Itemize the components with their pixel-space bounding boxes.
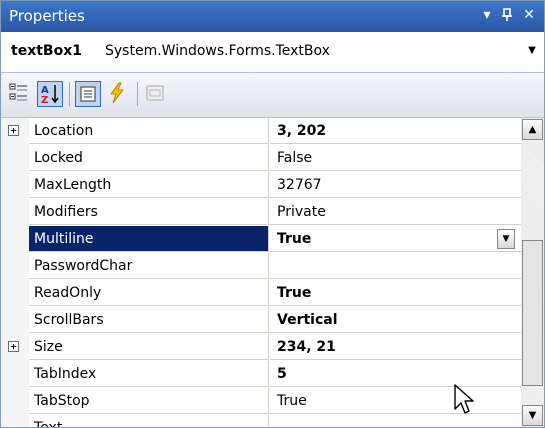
window-title: Properties [9, 7, 85, 25]
property-value[interactable]: 3, 202 [270, 118, 521, 144]
toolbar-separator [137, 82, 138, 106]
property-name: MaxLength [29, 172, 269, 198]
property-row-text[interactable]: Text [1, 415, 521, 427]
property-name: TabStop [29, 388, 269, 414]
property-value[interactable]: 234, 21 [270, 334, 521, 360]
row-margin [1, 199, 29, 226]
property-row-modifiers[interactable]: Modifiers Private [1, 199, 521, 226]
window-menu-dropdown-icon[interactable]: ▾ [479, 6, 495, 24]
properties-icon[interactable] [75, 81, 101, 107]
categorized-icon[interactable] [7, 81, 33, 107]
object-type: System.Windows.Forms.TextBox [105, 43, 330, 59]
toolbar-separator [69, 82, 70, 106]
mouse-cursor-icon [454, 384, 474, 414]
row-margin [1, 388, 29, 415]
row-margin [1, 172, 29, 199]
pin-icon[interactable] [499, 6, 515, 24]
property-row-tabstop[interactable]: TabStop True [1, 388, 521, 415]
property-row-tabindex[interactable]: TabIndex 5 [1, 361, 521, 388]
close-icon[interactable]: ✕ [521, 6, 537, 24]
row-margin [1, 415, 29, 427]
scroll-down-icon[interactable]: ▼ [522, 405, 543, 426]
value-dropdown-button[interactable]: ▼ [497, 229, 515, 249]
row-margin [1, 253, 29, 280]
property-value[interactable]: True [270, 280, 521, 306]
property-value[interactable]: Private [270, 199, 521, 225]
property-value[interactable] [270, 415, 521, 427]
property-row-passwordchar[interactable]: PasswordChar [1, 253, 521, 280]
svg-text:Z: Z [41, 95, 48, 106]
events-icon[interactable] [105, 81, 131, 107]
property-value[interactable]: 5 [270, 361, 521, 387]
row-margin [1, 361, 29, 388]
property-row-size[interactable]: + Size 234, 21 [1, 334, 521, 361]
properties-toolbar: A Z [1, 73, 544, 118]
property-name: Modifiers [29, 199, 269, 225]
scroll-thumb[interactable] [522, 240, 543, 386]
property-row-locked[interactable]: Locked False [1, 145, 521, 172]
row-margin [1, 307, 29, 334]
title-bar[interactable]: Properties ▾ ✕ [1, 1, 544, 32]
row-margin [1, 280, 29, 307]
property-pages-icon[interactable] [143, 81, 169, 107]
object-name: textBox1 [11, 43, 82, 59]
property-name: Text [29, 415, 269, 427]
property-name: PasswordChar [29, 253, 269, 279]
expand-plus-icon[interactable]: + [8, 125, 19, 136]
row-margin [1, 145, 29, 172]
alphabetical-icon[interactable]: A Z [37, 81, 63, 107]
row-margin [1, 226, 29, 253]
property-grid: + Location 3, 202 Locked False MaxLength… [1, 118, 521, 427]
property-name: ScrollBars [29, 307, 269, 333]
property-name: Size [29, 334, 269, 360]
property-row-scrollbars[interactable]: ScrollBars Vertical [1, 307, 521, 334]
vertical-scrollbar[interactable]: ▲ ▼ [521, 118, 544, 427]
property-name: Multiline [29, 226, 269, 252]
property-value[interactable] [270, 253, 521, 279]
property-name: TabIndex [29, 361, 269, 387]
property-value-text: True [277, 231, 312, 247]
properties-window: Properties ▾ ✕ textBox1 System.Windows.F… [0, 0, 545, 428]
property-value[interactable]: 32767 [270, 172, 521, 198]
object-selector[interactable]: textBox1 System.Windows.Forms.TextBox ▼ [1, 32, 544, 73]
property-name: Location [29, 118, 269, 144]
property-value[interactable]: Vertical [270, 307, 521, 333]
scroll-up-icon[interactable]: ▲ [522, 119, 543, 140]
property-row-location[interactable]: + Location 3, 202 [1, 118, 521, 145]
property-value[interactable]: False [270, 145, 521, 171]
property-value[interactable]: True [270, 388, 521, 414]
object-selector-dropdown-icon[interactable]: ▼ [526, 44, 538, 58]
property-name: Locked [29, 145, 269, 171]
property-name: ReadOnly [29, 280, 269, 306]
row-margin: + [1, 118, 29, 145]
property-row-maxlength[interactable]: MaxLength 32767 [1, 172, 521, 199]
row-margin: + [1, 334, 29, 361]
property-row-multiline[interactable]: Multiline True ▼ [1, 226, 521, 253]
property-value[interactable]: True ▼ [270, 226, 521, 252]
property-row-readonly[interactable]: ReadOnly True [1, 280, 521, 307]
expand-plus-icon[interactable]: + [8, 341, 19, 352]
